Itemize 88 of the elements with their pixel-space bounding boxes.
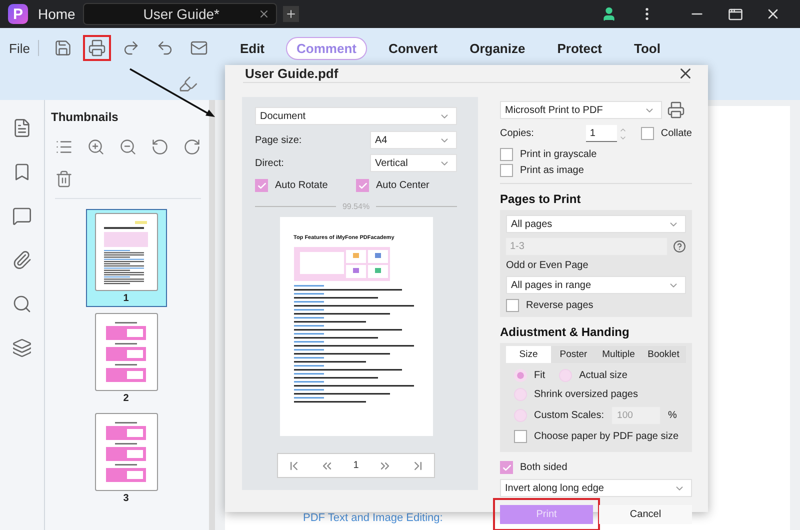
- checkbox-label: Collate: [660, 128, 692, 139]
- close-icon[interactable]: [258, 8, 270, 20]
- search-icon[interactable]: [12, 294, 32, 314]
- option-tab[interactable]: Poster: [551, 346, 596, 363]
- file-menu[interactable]: File: [9, 40, 30, 56]
- page-thumbnail[interactable]: 3: [86, 409, 166, 507]
- page-thumbnail[interactable]: 1: [86, 209, 166, 307]
- page-icon[interactable]: [12, 118, 32, 138]
- percent-unit: %: [668, 410, 677, 421]
- radio-button[interactable]: [514, 369, 527, 382]
- option-tab[interactable]: Multiple: [596, 346, 641, 363]
- page-range-select[interactable]: All pages: [506, 215, 686, 233]
- copies-field[interactable]: 1: [586, 125, 617, 142]
- save-icon: [54, 39, 72, 57]
- direction-select[interactable]: Vertical: [370, 154, 457, 172]
- rotate-left-icon[interactable]: [151, 138, 169, 156]
- checkbox-label: Reverse pages: [526, 300, 594, 311]
- checkbox-label: Auto Rotate: [275, 180, 328, 191]
- odd-even-select[interactable]: All pages in range: [506, 276, 686, 294]
- checkbox-label: Both sided: [520, 462, 568, 473]
- menu-tab[interactable]: Protect: [546, 36, 614, 60]
- printer-icon[interactable]: [667, 101, 685, 119]
- list-icon[interactable]: [55, 138, 73, 156]
- checkbox-label: Print as image: [520, 165, 584, 176]
- page-size-select[interactable]: A4: [370, 131, 457, 149]
- home-tab[interactable]: Home: [38, 6, 76, 22]
- trash-icon[interactable]: [55, 170, 73, 188]
- page-number-field[interactable]: 1: [353, 460, 359, 471]
- menu-tab[interactable]: Edit: [228, 36, 276, 60]
- dialog-button[interactable]: Cancel: [599, 505, 692, 524]
- radio-label: Fit: [534, 370, 546, 381]
- option-tab[interactable]: Size: [506, 346, 551, 363]
- menu-tab[interactable]: Organize: [458, 36, 536, 60]
- field-label: Direct:: [255, 158, 285, 168]
- field-label: Page size:: [255, 134, 303, 146]
- printer-select[interactable]: Microsoft Print to PDF: [500, 101, 662, 119]
- radio-label: Custom Scales:: [534, 410, 604, 421]
- plus-icon: [285, 8, 298, 20]
- redo-icon: [122, 39, 140, 57]
- zoom-in-icon[interactable]: [87, 138, 105, 156]
- field-label: Copies:: [500, 128, 535, 139]
- layout-select[interactable]: Document: [255, 107, 457, 125]
- text-page-drawing: [101, 219, 151, 285]
- page-number: 2: [123, 392, 129, 406]
- checkbox[interactable]: [514, 430, 527, 443]
- maximize-icon[interactable]: [728, 6, 742, 22]
- checkbox-label: Print in grayscale: [520, 149, 597, 160]
- app-logo: P: [8, 4, 28, 24]
- checkbox[interactable]: [255, 179, 268, 192]
- undo-icon: [156, 39, 174, 57]
- document-heading: PDF Text and Image Editing:: [303, 512, 443, 524]
- field-label: Odd or Even Page: [506, 260, 590, 271]
- printer-icon: [88, 39, 106, 57]
- highlighter-icon[interactable]: [178, 74, 198, 94]
- flip-select[interactable]: Invert along long edge: [500, 479, 692, 497]
- checkbox-label: Choose paper by PDF page size: [534, 431, 679, 442]
- layers-icon[interactable]: [12, 338, 32, 358]
- checkbox[interactable]: [506, 299, 519, 312]
- checkbox[interactable]: [640, 127, 654, 140]
- page-number: 3: [123, 492, 129, 506]
- section-heading: Adiustment & Handing: [500, 325, 630, 339]
- panel-title: Thumbnails: [51, 110, 120, 124]
- checkbox[interactable]: [500, 164, 513, 177]
- zoom-out-icon[interactable]: [119, 138, 137, 156]
- menu-tab[interactable]: Tool: [623, 36, 672, 60]
- page-thumbnail[interactable]: 2: [86, 309, 166, 407]
- option-tab[interactable]: Booklet: [641, 346, 686, 363]
- new-tab-button[interactable]: [283, 6, 300, 22]
- radio-label: Actual size: [579, 370, 628, 381]
- user-icon[interactable]: [601, 6, 617, 22]
- scrollbar[interactable]: [209, 100, 215, 530]
- radio-label: Shrink oversized pages: [534, 389, 638, 400]
- menu-tab[interactable]: Convert: [377, 36, 449, 60]
- section-heading: Pages to Print: [500, 192, 582, 206]
- page-number: 1: [123, 292, 129, 306]
- paperclip-icon[interactable]: [12, 250, 32, 270]
- checkbox-label: Auto Center: [376, 180, 430, 191]
- mail-icon: [190, 39, 208, 57]
- comment-icon[interactable]: [12, 206, 32, 226]
- checkbox[interactable]: [500, 148, 513, 161]
- help-icon[interactable]: [673, 240, 686, 253]
- checkbox[interactable]: [356, 179, 369, 192]
- rotate-right-icon[interactable]: [183, 138, 201, 156]
- document-tab[interactable]: User Guide*: [83, 3, 278, 25]
- dialog-title: User Guide.pdf: [245, 66, 338, 81]
- zoom-level: 99.54%: [342, 202, 370, 211]
- toolbar-button[interactable]: [82, 35, 111, 61]
- checkbox[interactable]: [500, 461, 513, 474]
